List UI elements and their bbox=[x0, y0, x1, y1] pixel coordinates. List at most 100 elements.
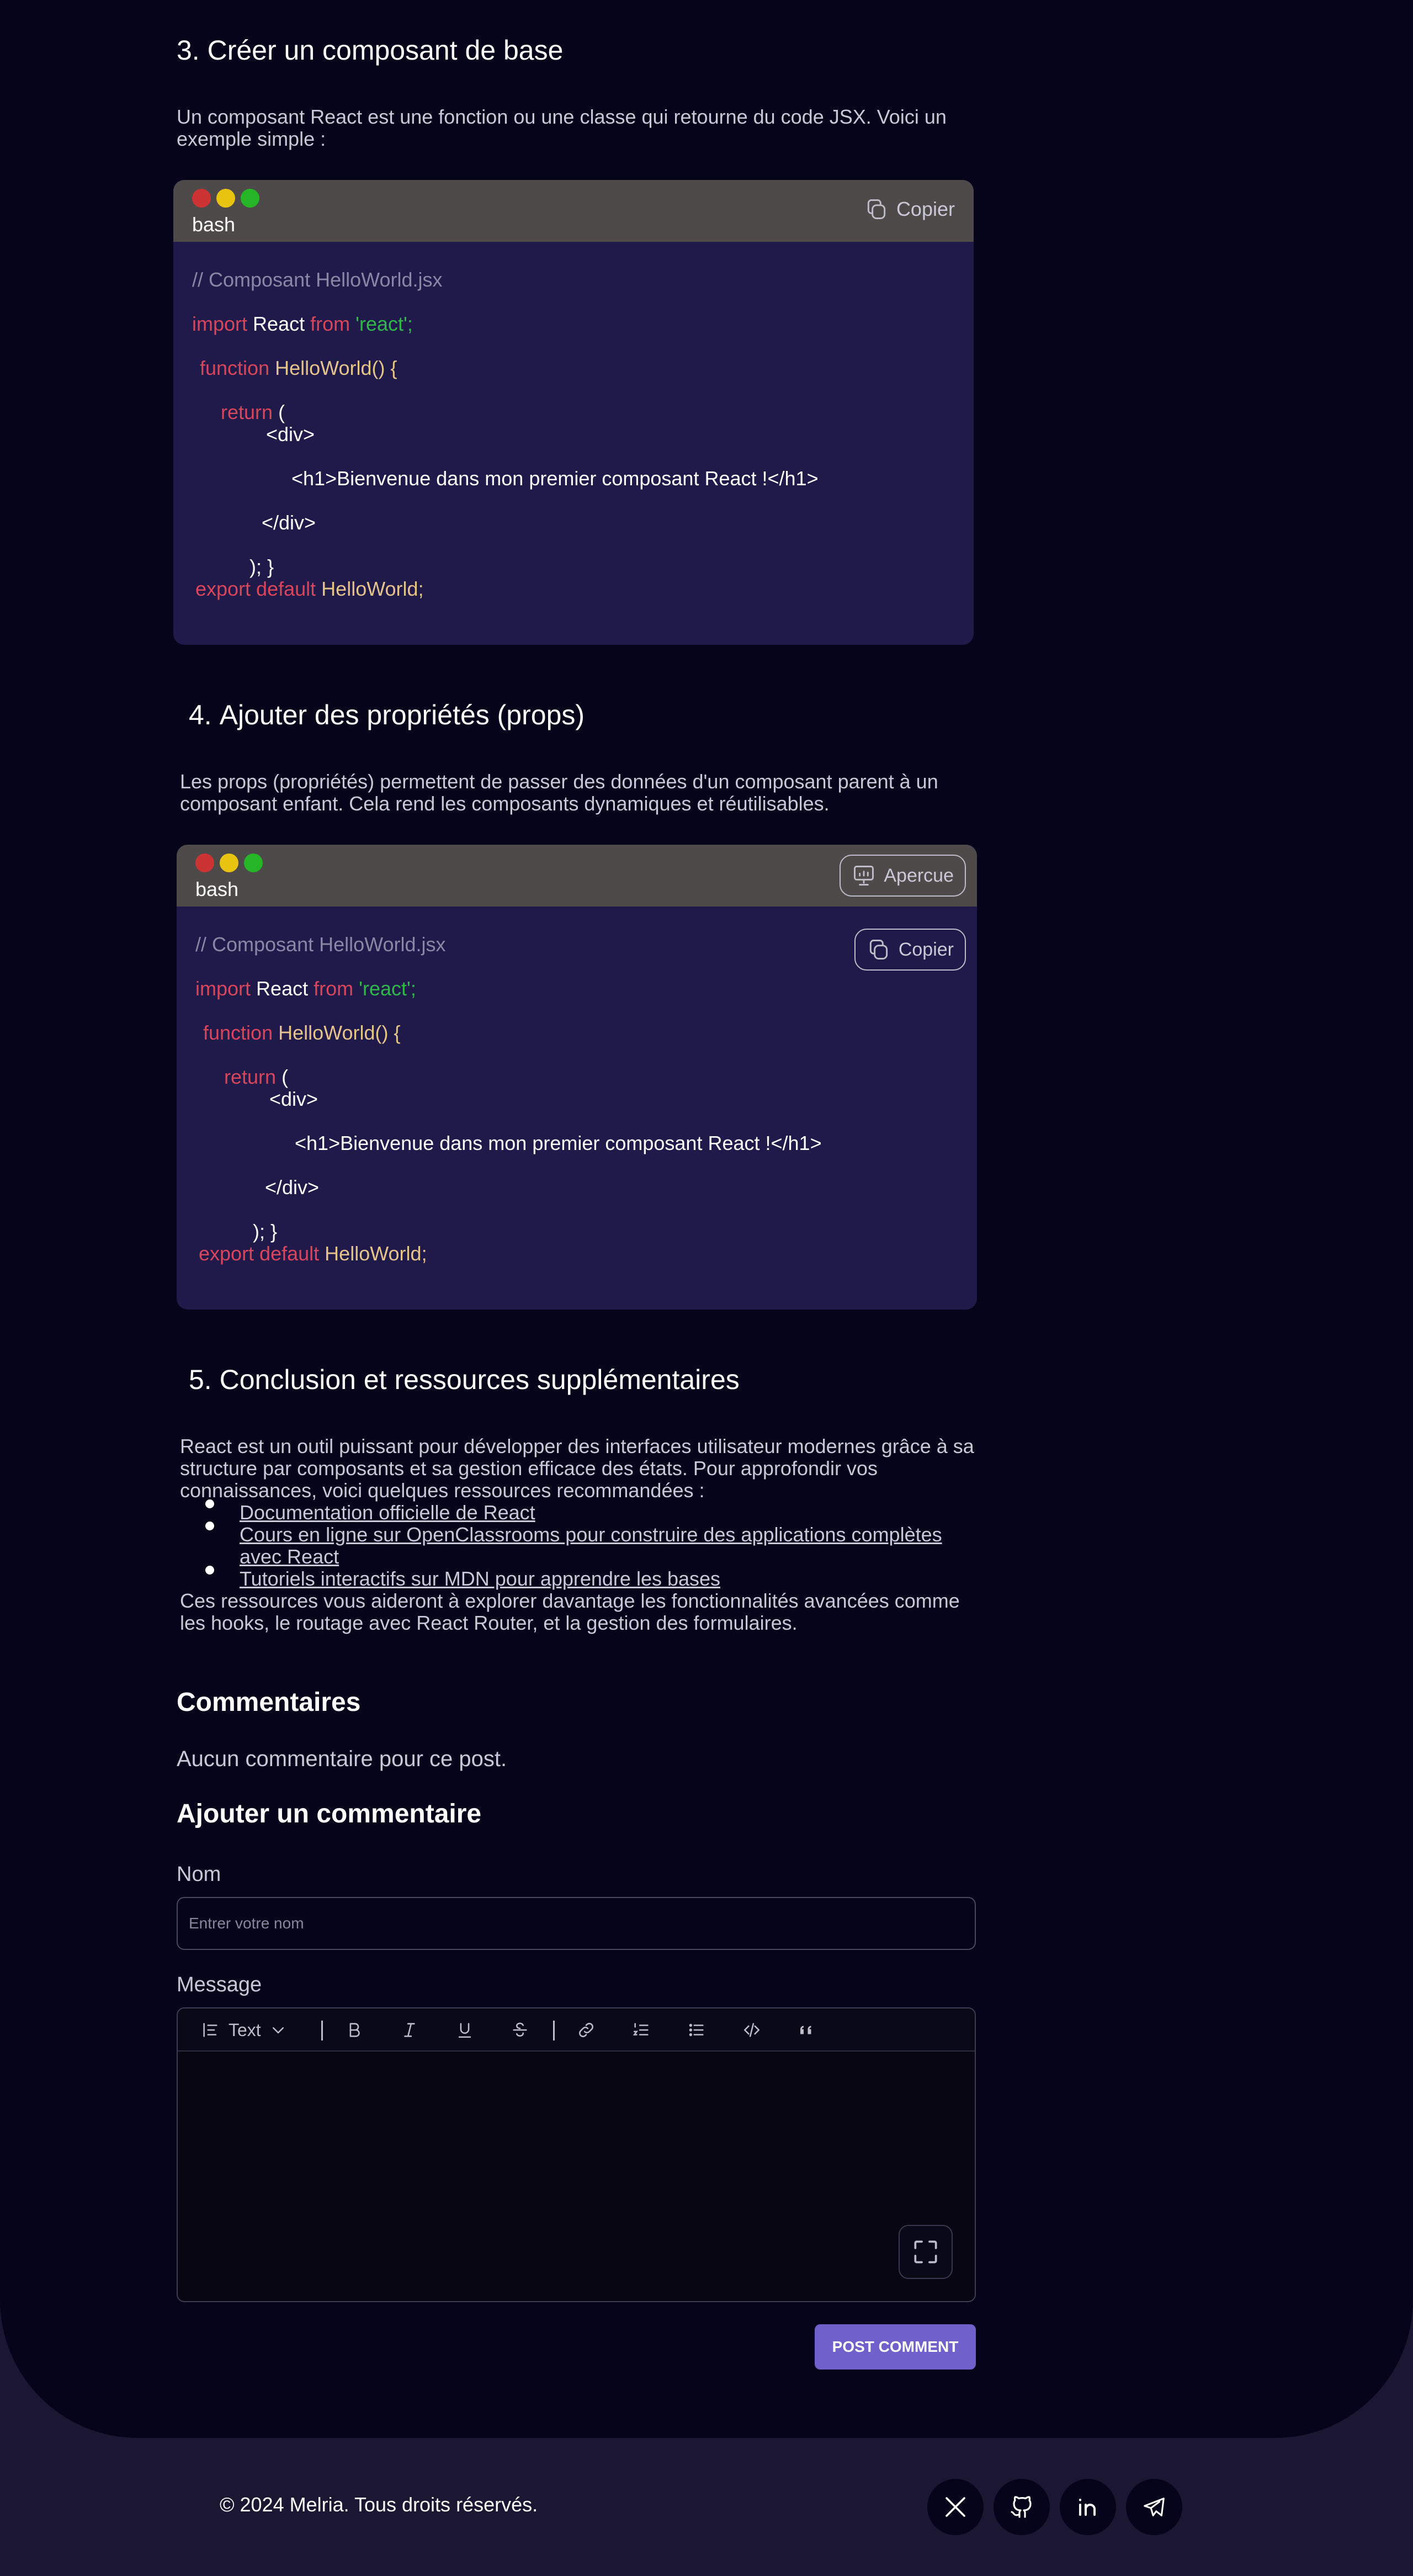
resource-link-openclassrooms[interactable]: Cours en ligne sur OpenClassrooms pour c… bbox=[240, 1524, 942, 1546]
section-5-intro-line3: connaissances, voici quelques ressources… bbox=[180, 1479, 705, 1502]
strikethrough-button[interactable] bbox=[509, 2020, 531, 2040]
code-closing: ); } bbox=[253, 1220, 278, 1243]
code-return-line: return ( bbox=[221, 401, 285, 424]
toolbar-divider bbox=[553, 2021, 555, 2040]
ordered-list-button[interactable] bbox=[630, 2020, 652, 2040]
code-function-line: function HelloWorld() { bbox=[200, 357, 397, 380]
resource-link-openclassrooms-cont[interactable]: avec React bbox=[240, 1546, 339, 1568]
code-div-close: </div> bbox=[265, 1176, 320, 1199]
resource-link-react-docs[interactable]: Documentation officielle de React bbox=[240, 1502, 535, 1524]
code-token: React bbox=[256, 977, 309, 1000]
section-5-outro-line1: Ces ressources vous aideront à explorer … bbox=[180, 1589, 960, 1612]
post-comment-button[interactable]: POST COMMENT bbox=[815, 2324, 976, 2370]
github-icon bbox=[1011, 2496, 1032, 2518]
copy-button[interactable]: Copier bbox=[864, 195, 955, 223]
text-align-icon bbox=[203, 2023, 217, 2037]
message-label: Message bbox=[177, 1973, 262, 1996]
list-bullet bbox=[205, 1566, 214, 1575]
code-token: from bbox=[314, 977, 354, 1000]
bold-icon bbox=[349, 2023, 360, 2037]
copy-label: Copier bbox=[896, 198, 955, 220]
code-export-line: export default HelloWorld; bbox=[195, 577, 424, 601]
ordered-list-icon bbox=[633, 2023, 649, 2036]
x-link[interactable] bbox=[927, 2479, 984, 2535]
add-comment-heading: Ajouter un commentaire bbox=[177, 1799, 482, 1828]
code-token: ( bbox=[281, 1066, 289, 1088]
section-3-heading: 3. Créer un composant de base bbox=[177, 35, 564, 66]
window-dot-yellow bbox=[216, 189, 235, 208]
x-icon bbox=[945, 2497, 965, 2517]
code-icon bbox=[743, 2023, 760, 2037]
section-number: 5. bbox=[189, 1364, 212, 1395]
bullet-list-button[interactable] bbox=[686, 2020, 708, 2040]
footer-copyright: © 2024 Melria. Tous droits réservés. bbox=[220, 2493, 538, 2516]
code-div-open: <div> bbox=[269, 1088, 318, 1110]
text-style-label: Text bbox=[229, 2020, 261, 2040]
text-style-dropdown[interactable]: Text bbox=[201, 2020, 317, 2040]
main-content: 3. Créer un composant de base Un composa… bbox=[0, 0, 1413, 2438]
window-dot-yellow bbox=[220, 854, 238, 872]
copy-icon bbox=[867, 199, 886, 219]
code-import-line: import React from 'react'; bbox=[192, 312, 413, 336]
bold-button[interactable] bbox=[343, 2020, 365, 2040]
code-block-header: bash Apercue bbox=[177, 845, 977, 907]
section-title: Ajouter des propriétés (props) bbox=[219, 699, 585, 730]
name-input[interactable] bbox=[177, 1897, 976, 1950]
linkedin-link[interactable] bbox=[1060, 2479, 1116, 2535]
code-return-line: return ( bbox=[224, 1066, 288, 1089]
github-link[interactable] bbox=[994, 2479, 1050, 2535]
section-4-description-line1: Les props (propriétés) permettent de pas… bbox=[180, 770, 938, 793]
fullscreen-icon bbox=[914, 2240, 937, 2264]
code-comment: // Composant HelloWorld.jsx bbox=[192, 268, 443, 291]
code-block-header: bash Copier bbox=[173, 180, 974, 242]
code-div-open: <div> bbox=[266, 423, 315, 446]
link-button[interactable] bbox=[575, 2020, 597, 2040]
copy-icon bbox=[869, 940, 888, 960]
code-button[interactable] bbox=[741, 2020, 763, 2040]
section-5-intro-line1: React est un outil puissant pour dévelop… bbox=[180, 1435, 974, 1457]
underline-button[interactable] bbox=[454, 2020, 476, 2040]
section-5-intro-line2: structure par composants et sa gestion e… bbox=[180, 1457, 878, 1480]
toolbar-divider bbox=[321, 2021, 323, 2040]
code-token: import bbox=[195, 977, 251, 1000]
preview-label: Apercue bbox=[884, 865, 954, 886]
telegram-link[interactable] bbox=[1126, 2479, 1182, 2535]
code-token: function bbox=[203, 1021, 273, 1044]
fullscreen-button[interactable] bbox=[899, 2225, 953, 2279]
section-number: 4. bbox=[189, 699, 212, 730]
code-closing: ); } bbox=[249, 555, 274, 578]
resource-link-mdn[interactable]: Tutoriels interactifs sur MDN pour appre… bbox=[240, 1568, 720, 1590]
section-4-description-line2: composant enfant. Cela rend les composan… bbox=[180, 792, 830, 815]
chevron-down-icon bbox=[272, 2027, 284, 2034]
copy-label: Copier bbox=[898, 939, 954, 960]
code-language-label: bash bbox=[195, 878, 239, 900]
code-token: 'react'; bbox=[359, 977, 416, 1000]
quote-button[interactable] bbox=[796, 2020, 818, 2040]
preview-button[interactable]: Apercue bbox=[840, 855, 966, 897]
presentation-chart-icon bbox=[854, 866, 874, 886]
link-icon bbox=[579, 2023, 593, 2037]
code-div-close: </div> bbox=[262, 511, 316, 534]
underline-icon bbox=[458, 2023, 471, 2038]
window-dot-green bbox=[241, 189, 259, 208]
code-comment: // Composant HelloWorld.jsx bbox=[195, 933, 446, 956]
code-token: React bbox=[253, 312, 305, 335]
code-token: HelloWorld() { bbox=[278, 1021, 401, 1044]
code-token: HelloWorld; bbox=[325, 1242, 427, 1265]
code-token: from bbox=[310, 312, 350, 335]
quote-icon bbox=[800, 2026, 811, 2034]
code-token: function bbox=[200, 357, 270, 379]
section-3-description-line1: Un composant React est une fonction ou u… bbox=[177, 105, 947, 128]
code-token: HelloWorld; bbox=[321, 577, 424, 600]
copy-button[interactable]: Copier bbox=[854, 929, 966, 971]
window-dot-red bbox=[192, 189, 211, 208]
italic-button[interactable] bbox=[399, 2020, 421, 2040]
code-token: ( bbox=[278, 401, 285, 423]
list-bullet bbox=[205, 1522, 214, 1530]
italic-icon bbox=[404, 2023, 415, 2037]
comments-heading: Commentaires bbox=[177, 1688, 361, 1717]
message-editor[interactable]: Text bbox=[177, 2007, 976, 2302]
bullet-list-icon bbox=[689, 2023, 704, 2037]
code-block-2: bash Apercue Copier // Composant HelloWo… bbox=[177, 845, 977, 1310]
code-import-line: import React from 'react'; bbox=[195, 977, 416, 1000]
